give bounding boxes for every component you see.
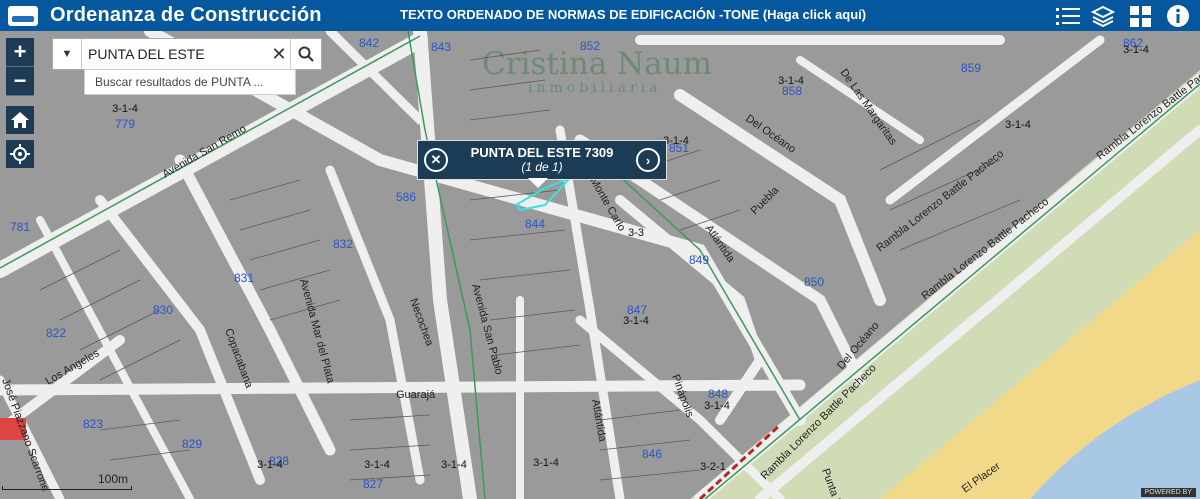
zone-label: 3-1-4	[112, 103, 138, 115]
scale-bar: 100m	[2, 472, 132, 492]
zone-label: 3-1-4	[257, 459, 283, 471]
block-label: 846	[642, 447, 662, 461]
zone-label: 3-1-4	[1123, 44, 1149, 56]
block-label: 823	[83, 417, 103, 431]
zone-label: 3-1-4	[1005, 119, 1031, 131]
street-label: Guarajá	[396, 389, 436, 401]
scale-line	[2, 486, 132, 490]
search-input[interactable]: PUNTA DEL ESTE	[82, 46, 268, 62]
basemap-gallery-button[interactable]	[1123, 0, 1159, 31]
block-label: 586	[396, 190, 416, 204]
block-label: 842	[359, 36, 379, 50]
block-label: 822	[46, 326, 66, 340]
grid-icon	[1130, 5, 1151, 27]
locate-icon	[10, 144, 30, 164]
watermark-name: Cristina Naum	[482, 46, 713, 82]
powered-by-badge: POWERED BY	[1140, 488, 1196, 497]
popup-next-button[interactable]: ›	[636, 148, 660, 172]
layers-button[interactable]	[1085, 0, 1121, 31]
popup-title: PUNTA DEL ESTE 7309	[470, 145, 614, 160]
legend-list-button[interactable]	[1050, 0, 1086, 31]
watermark-sub: inmobiliaria	[528, 80, 662, 96]
zoom-control: + −	[6, 38, 34, 96]
zone-label: 3-1-4	[623, 315, 649, 327]
zone-label: 3-2-1	[700, 461, 726, 473]
info-button[interactable]	[1160, 0, 1196, 31]
layers-icon	[1091, 5, 1115, 27]
popup-pointer	[528, 178, 548, 188]
clear-search-button[interactable]: ✕	[268, 44, 290, 65]
zone-label: 3-1-4	[663, 135, 689, 147]
tone-link[interactable]: TEXTO ORDENADO DE NORMAS DE EDIFICACIÓN …	[400, 7, 866, 22]
feature-popup: ✕ PUNTA DEL ESTE 7309 (1 de 1) ›	[417, 140, 667, 180]
info-icon	[1167, 4, 1189, 27]
chevron-right-icon: ›	[645, 152, 651, 168]
caret-down-icon: ▼	[61, 48, 73, 60]
search-widget: ▼ PUNTA DEL ESTE ✕	[52, 38, 322, 70]
popup-count: (1 de 1)	[521, 160, 563, 174]
block-label: 827	[363, 477, 383, 491]
block-label: 843	[431, 40, 451, 54]
block-label: 859	[961, 61, 981, 75]
block-label: 829	[182, 437, 202, 451]
app-logo	[8, 5, 38, 26]
block-label: 844	[525, 217, 545, 231]
home-button[interactable]	[6, 106, 34, 134]
zone-label: 3-1-4	[441, 459, 467, 471]
popup-close-button[interactable]: ✕	[424, 148, 448, 172]
search-suggestion[interactable]: Buscar resultados de PUNTA ...	[84, 69, 296, 95]
zone-label: 3-1-4	[778, 75, 804, 87]
block-label: 832	[333, 237, 353, 251]
top-bar: Ordenanza de Construcción TEXTO ORDENADO…	[0, 0, 1200, 31]
block-label: 848	[708, 387, 728, 401]
list-icon	[1056, 7, 1080, 25]
locate-button[interactable]	[6, 140, 34, 168]
app-title: Ordenanza de Construcción	[50, 4, 322, 26]
close-icon: ✕	[271, 43, 287, 64]
search-button[interactable]	[290, 39, 321, 69]
block-label: 831	[234, 271, 254, 285]
scale-label: 100m	[98, 472, 129, 486]
zoom-out-button[interactable]: −	[6, 67, 34, 96]
zone-label: 3-3	[628, 227, 644, 239]
block-label: 781	[10, 220, 30, 234]
block-label: 830	[153, 303, 173, 317]
zone-label: 3-1-4	[704, 400, 730, 412]
block-label: 850	[804, 275, 824, 289]
block-label: 849	[689, 253, 709, 267]
search-source-dropdown[interactable]: ▼	[53, 39, 82, 69]
home-icon	[11, 112, 29, 128]
close-icon: ✕	[430, 152, 442, 167]
zoom-in-button[interactable]: +	[6, 38, 34, 67]
zone-label: 3-1-4	[533, 457, 559, 469]
search-icon	[298, 46, 314, 62]
block-label: 779	[115, 117, 135, 131]
zone-label: 3-1-4	[364, 459, 390, 471]
map-canvas[interactable]: 842 843 852 862 859 858 851 779 586 781 …	[0, 31, 1200, 499]
